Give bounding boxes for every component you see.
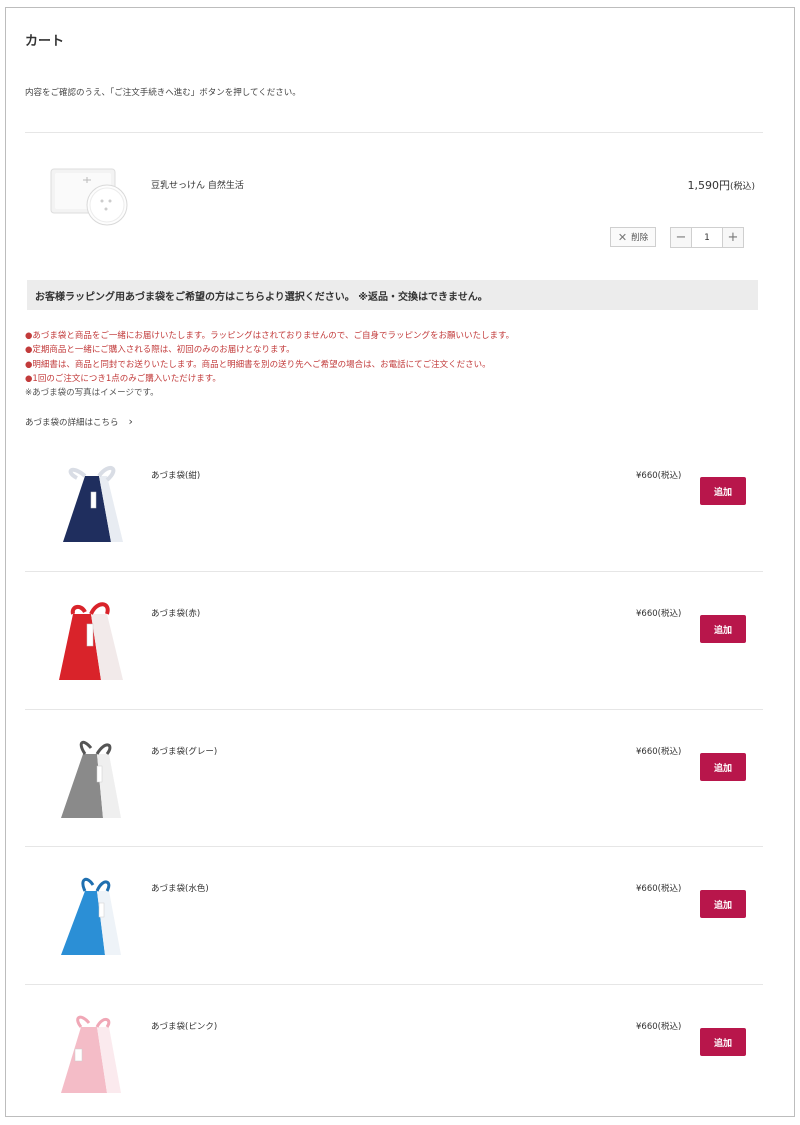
note-line: ●明細書は、商品と同封でお送りいたします。商品と明細書を別の送り先へご希望の場合… xyxy=(25,359,491,370)
add-button[interactable]: 追加 xyxy=(700,890,746,918)
close-icon: ✕ xyxy=(617,230,628,244)
add-button[interactable]: 追加 xyxy=(700,477,746,505)
intro-text: 内容をご確認のうえ、「ご注文手続きへ進む」ボタンを押してください。 xyxy=(25,88,301,98)
divider xyxy=(25,132,763,133)
bag-name[interactable]: あづま袋(水色) xyxy=(151,882,209,894)
bag-item: あづま袋(赤) ¥660(税込) 追加 xyxy=(25,600,763,710)
photo-note: ※あづま袋の写真はイメージです。 xyxy=(25,388,159,399)
red-bag-image[interactable] xyxy=(51,600,127,688)
divider xyxy=(25,846,763,847)
bag-price: ¥660(税込) xyxy=(636,884,682,894)
soap-product-image[interactable] xyxy=(47,163,133,229)
detail-link-label: あづま袋の詳細はこちら xyxy=(25,417,119,428)
cart-item-price: 1,590円(税込) xyxy=(687,177,755,193)
navy-bag-image[interactable] xyxy=(51,462,127,550)
cart-item-name[interactable]: 豆乳せっけん 自然生活 xyxy=(151,178,244,191)
price-tax: (税込) xyxy=(729,182,755,192)
add-button[interactable]: 追加 xyxy=(700,615,746,643)
bag-name[interactable]: あづま袋(紺) xyxy=(151,469,200,481)
add-button[interactable]: 追加 xyxy=(700,753,746,781)
wrapping-banner: お客様ラッピング用あづま袋をご希望の方はこちらより選択ください。 ※返品・交換は… xyxy=(27,280,758,310)
bag-name[interactable]: あづま袋(赤) xyxy=(151,607,200,619)
decrease-button[interactable]: − xyxy=(671,228,691,247)
bag-item: あづま袋(紺) ¥660(税込) 追加 xyxy=(25,462,763,572)
increase-button[interactable]: + xyxy=(723,228,743,247)
note-line: ●1回のご注文につき1点のみご購入いただけます。 xyxy=(25,373,221,384)
divider xyxy=(25,571,763,572)
divider xyxy=(25,984,763,985)
light-blue-bag-image[interactable] xyxy=(51,875,127,963)
pink-bag-image[interactable] xyxy=(51,1013,127,1101)
bag-name[interactable]: あづま袋(ピンク) xyxy=(151,1020,217,1032)
wrapping-notes: ●あづま袋と商品をご一緒にお届けいたします。ラッピングはされておりませんので、ご… xyxy=(25,329,514,400)
bag-price: ¥660(税込) xyxy=(636,471,682,481)
page-title: カート xyxy=(25,34,65,49)
bag-price: ¥660(税込) xyxy=(636,1022,682,1032)
bag-detail-link[interactable]: あづま袋の詳細はこちら › xyxy=(25,415,133,428)
quantity-input[interactable]: 1 xyxy=(691,228,723,247)
bag-item: あづま袋(水色) ¥660(税込) 追加 xyxy=(25,875,763,985)
bag-item: あづま袋(ピンク) ¥660(税込) 追加 xyxy=(25,1013,763,1113)
bag-price: ¥660(税込) xyxy=(636,609,682,619)
delete-button[interactable]: ✕ 削除 xyxy=(610,227,656,247)
add-button[interactable]: 追加 xyxy=(700,1028,746,1056)
chevron-right-icon: › xyxy=(128,415,133,428)
note-line: ●あづま袋と商品をご一緒にお届けいたします。ラッピングはされておりませんので、ご… xyxy=(25,331,515,341)
bag-item: あづま袋(グレー) ¥660(税込) 追加 xyxy=(25,738,763,848)
bag-price: ¥660(税込) xyxy=(636,747,682,757)
quantity-stepper: − 1 + xyxy=(670,227,744,248)
price-value: 1,590円 xyxy=(687,179,730,192)
delete-label: 削除 xyxy=(631,233,649,243)
divider xyxy=(25,709,763,710)
gray-bag-image[interactable] xyxy=(51,738,127,826)
bag-name[interactable]: あづま袋(グレー) xyxy=(151,745,217,757)
note-line: ●定期商品と一緒にご購入される際は、初回のみのお届けとなります。 xyxy=(25,345,295,356)
